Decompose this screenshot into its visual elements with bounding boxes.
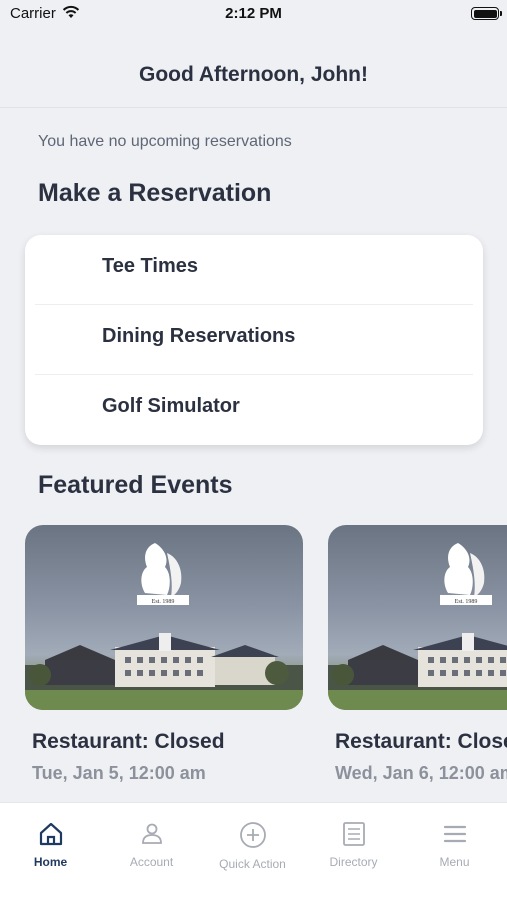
- reservation-item-dining[interactable]: Dining Reservations: [35, 305, 473, 375]
- home-icon: [39, 822, 62, 846]
- tab-directory[interactable]: Directory: [303, 821, 404, 869]
- featured-events-carousel[interactable]: Est. 1989 Restaurant: Closed Tue, Jan 5,…: [0, 525, 507, 795]
- reservation-item-label: Golf Simulator: [102, 395, 240, 417]
- tab-home[interactable]: Home: [0, 821, 101, 869]
- clock: 2:12 PM: [225, 5, 282, 22]
- account-icon: [141, 823, 162, 844]
- svg-text:Est. 1989: Est. 1989: [455, 599, 478, 605]
- tab-account[interactable]: Account: [101, 821, 202, 869]
- event-date: Tue, Jan 5, 12:00 am: [32, 763, 206, 783]
- page-header: Good Afternoon, John!: [0, 30, 507, 108]
- no-reservations-message: You have no upcoming reservations: [38, 133, 292, 150]
- menu-icon: [443, 825, 466, 843]
- reservation-item-golf-simulator[interactable]: Golf Simulator: [35, 375, 473, 445]
- tab-label: Menu: [439, 855, 470, 869]
- battery-icon: [471, 7, 502, 20]
- event-image: Est. 1989: [25, 525, 303, 710]
- tab-label: Home: [33, 855, 68, 869]
- event-title: Restaurant: Closed: [335, 730, 507, 753]
- reservation-item-tee-times[interactable]: Tee Times: [35, 235, 473, 305]
- reservation-item-label: Dining Reservations: [102, 325, 296, 347]
- status-bar: Carrier 2:12 PM: [0, 0, 507, 30]
- greeting-title: Good Afternoon, John!: [138, 63, 368, 86]
- reservation-item-label: Tee Times: [102, 255, 198, 277]
- make-reservation-title: Make a Reservation: [38, 179, 272, 207]
- reservation-card: Tee Times Dining Reservations Golf Simul…: [25, 235, 483, 445]
- eagle-logo: Est. 1989: [440, 543, 492, 605]
- event-title: Restaurant: Closed: [32, 730, 225, 753]
- plus-circle-icon: [239, 822, 266, 848]
- tab-label: Quick Action: [219, 857, 286, 871]
- tab-bar: Home Account Quick Action Directory Menu: [0, 802, 507, 900]
- event-date: Wed, Jan 6, 12:00 am: [335, 763, 507, 783]
- tab-label: Account: [129, 855, 174, 869]
- directory-icon: [342, 822, 365, 846]
- event-image: Est. 1989: [328, 525, 507, 710]
- tab-menu[interactable]: Menu: [404, 821, 505, 869]
- tab-label: Directory: [329, 855, 378, 869]
- svg-text:Est. 1989: Est. 1989: [152, 599, 175, 605]
- featured-events-title: Featured Events: [38, 471, 233, 499]
- eagle-logo: Est. 1989: [137, 543, 189, 605]
- tab-quick-action[interactable]: Quick Action: [202, 821, 303, 871]
